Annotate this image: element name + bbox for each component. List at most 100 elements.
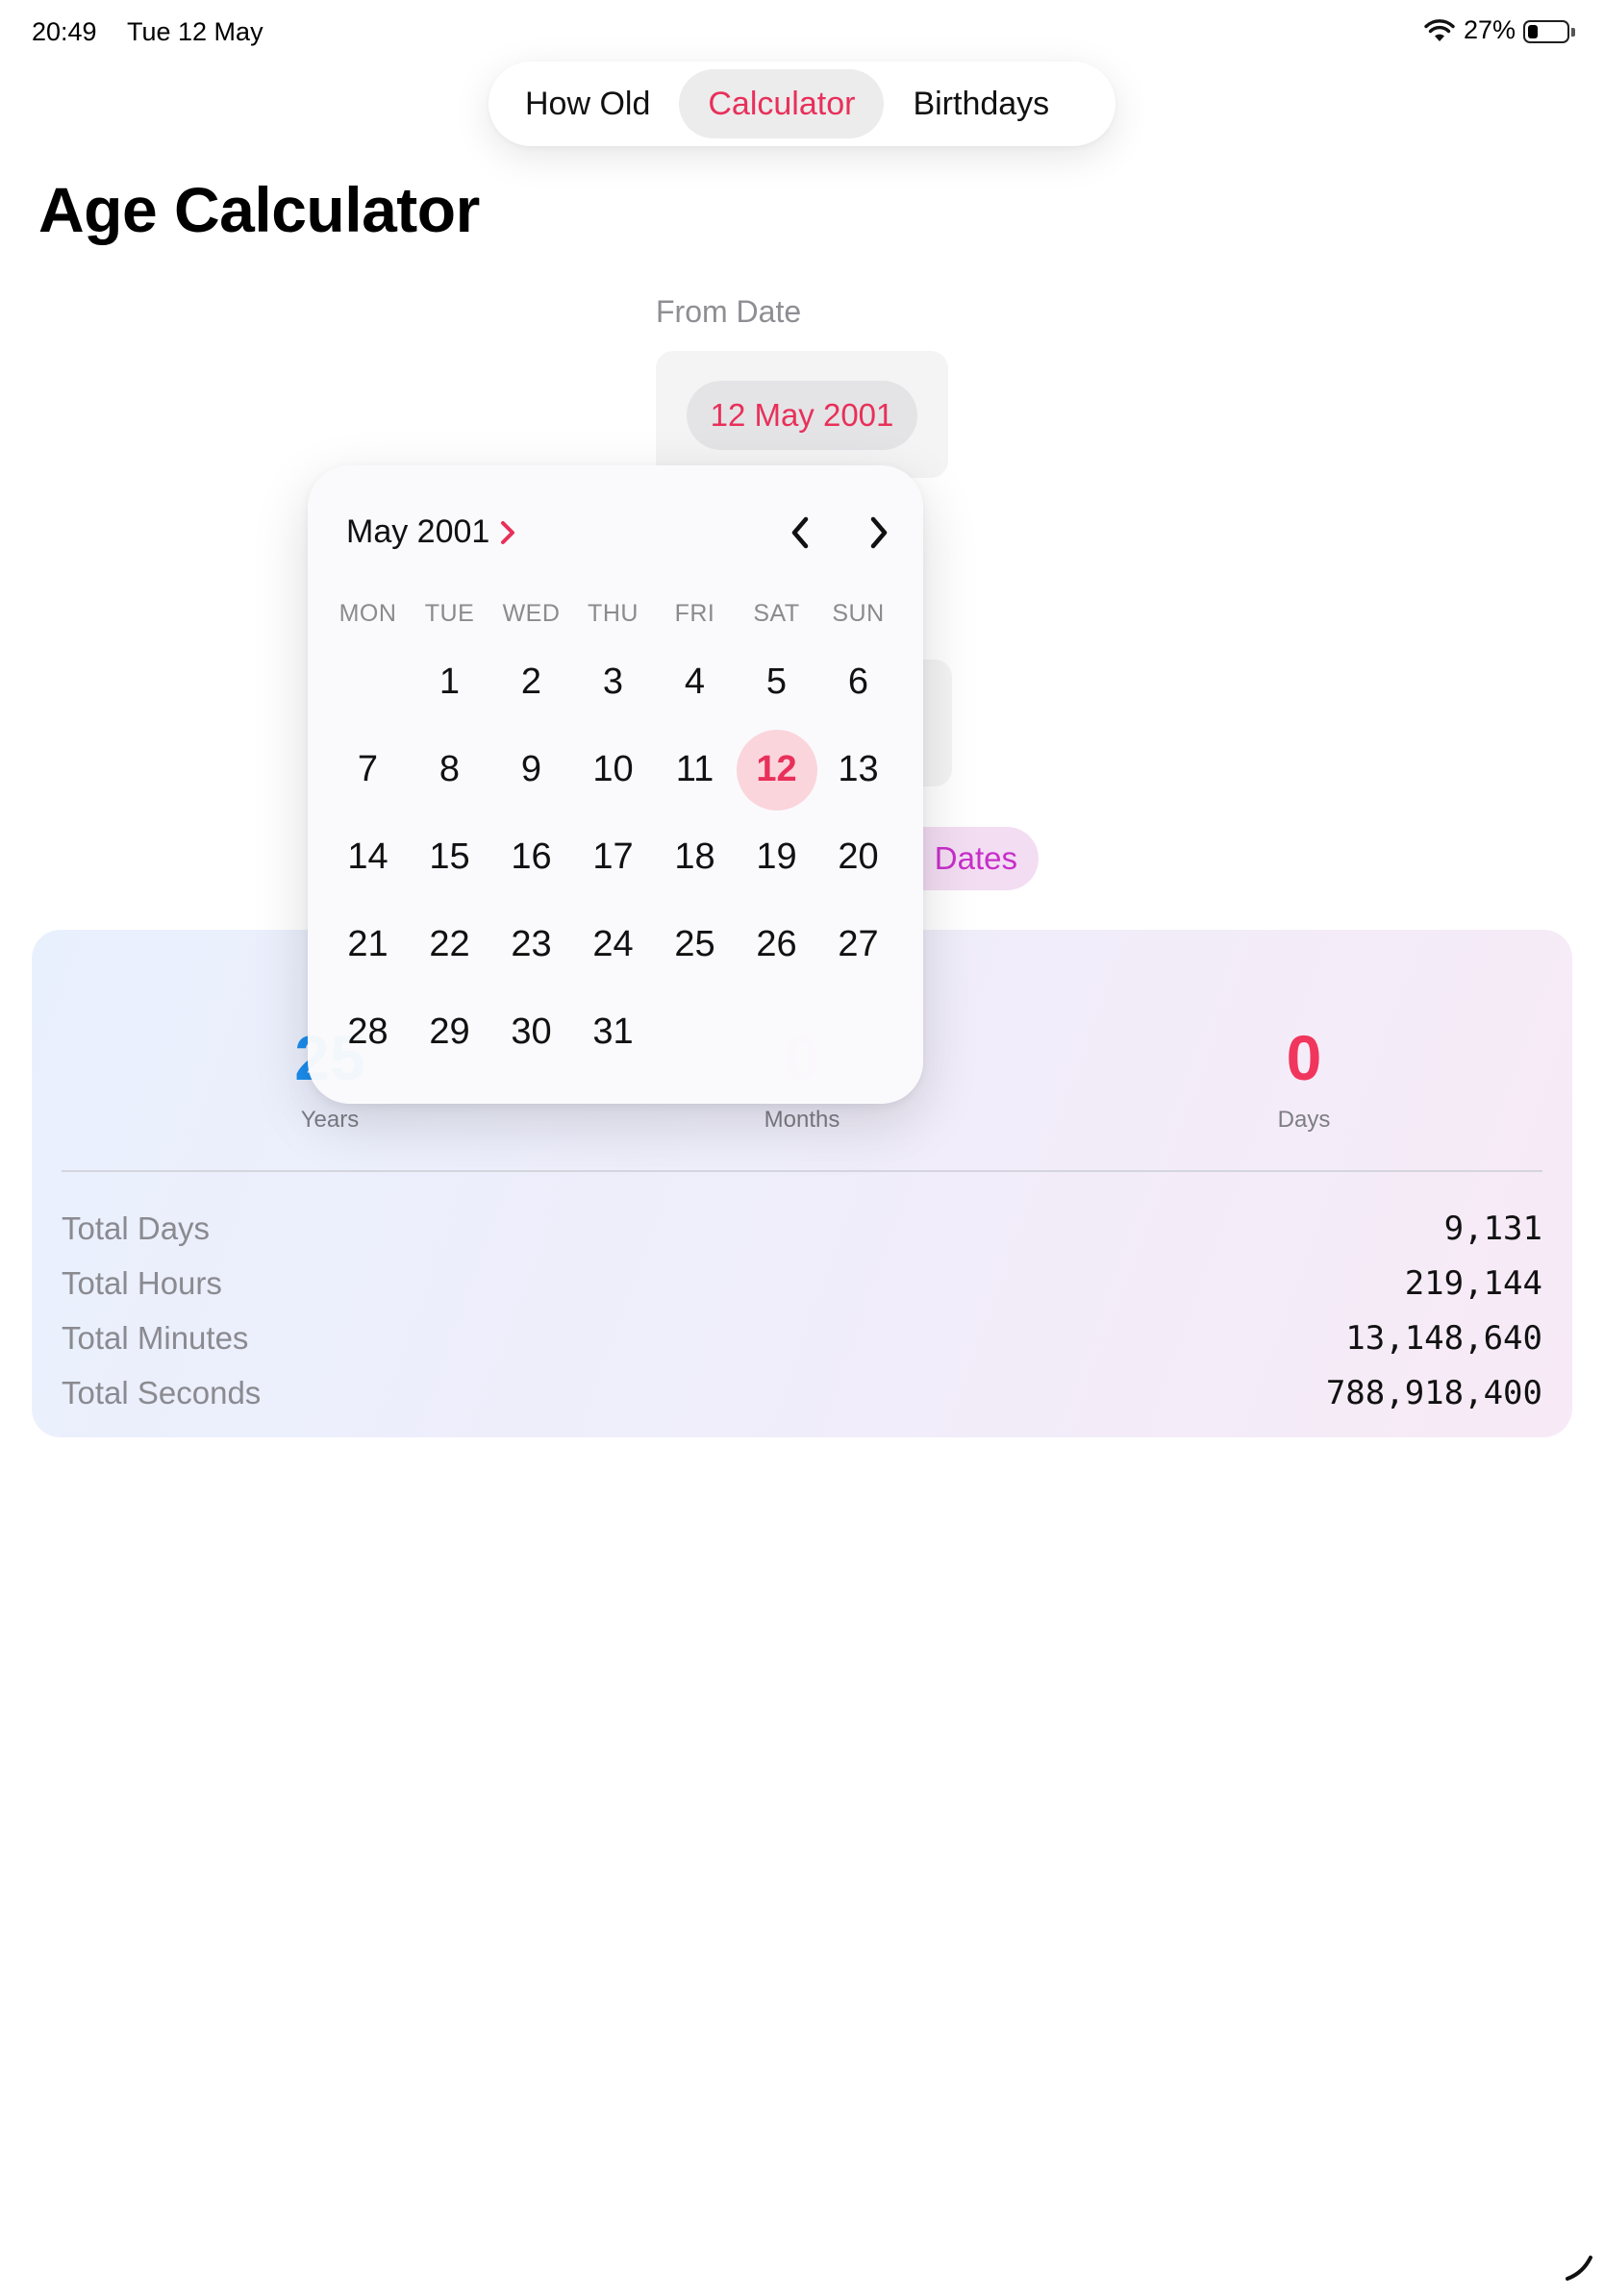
calendar-day-number: 11	[675, 749, 714, 789]
chevron-left-icon	[791, 516, 809, 549]
calendar-day[interactable]: 1	[409, 638, 490, 726]
calendar-day[interactable]: 16	[490, 813, 572, 901]
total-label: Total Days	[62, 1210, 211, 1246]
calendar-day-number: 25	[674, 924, 715, 964]
calendar-day[interactable]: 15	[409, 813, 490, 901]
tab-birthdays[interactable]: Birthdays	[884, 69, 1078, 138]
calendar-day-number: 13	[838, 749, 879, 789]
days-label: Days	[1277, 1107, 1331, 1133]
battery-icon	[1523, 18, 1575, 43]
from-date-label: From Date	[656, 294, 802, 329]
total-row-days: Total Days 9,131	[62, 1201, 1542, 1256]
calendar-day-number: 12	[736, 729, 817, 811]
calendar-day-number: 19	[756, 836, 797, 877]
calendar-day-number: 9	[520, 749, 542, 789]
date-picker-popover: May 2001 MON TUE WED THU FRI SAT SUN 123…	[308, 465, 923, 1104]
weekday-label: MON	[338, 600, 397, 627]
calendar-day[interactable]: 5	[736, 638, 817, 726]
tab-how-old[interactable]: How Old	[496, 69, 679, 138]
weekday-header: MON TUE WED THU FRI SAT SUN	[327, 600, 904, 628]
next-month-button[interactable]	[850, 504, 908, 562]
calendar-day[interactable]: 13	[817, 726, 899, 813]
status-right: 27%	[1423, 15, 1575, 45]
months-label: Months	[764, 1107, 840, 1133]
calendar-day[interactable]: 23	[490, 901, 572, 988]
calendar-day-number: 24	[592, 924, 634, 964]
total-row-minutes: Total Minutes 13,148,640	[62, 1310, 1542, 1365]
weekday-label: FRI	[674, 600, 715, 627]
page-title: Age Calculator	[38, 174, 480, 245]
calendar-day-number: 16	[511, 836, 552, 877]
wifi-icon	[1424, 18, 1455, 41]
weekday-label: SUN	[832, 600, 885, 627]
calendar-day[interactable]: 19	[736, 813, 817, 901]
calendar-day[interactable]: 26	[736, 901, 817, 988]
calendar-day-number: 29	[429, 1011, 470, 1052]
calendar-day[interactable]: 10	[572, 726, 654, 813]
total-row-seconds: Total Seconds 788,918,400	[62, 1365, 1542, 1420]
calendar-days-grid: 1 2 3 4 5 6 7 8 9 10 11 12 13 14 15 16 17 18 19 20 21 22 23 24 2…	[327, 638, 904, 1076]
total-value: 788,918,400	[1325, 1373, 1542, 1412]
calendar-day[interactable]: 17	[572, 813, 654, 901]
total-label: Total Hours	[62, 1264, 222, 1301]
weekday-label: THU	[588, 600, 639, 627]
total-value: 13,148,640	[1345, 1318, 1542, 1358]
calendar-day[interactable]: 4	[654, 638, 736, 726]
total-value: 219,144	[1404, 1263, 1542, 1303]
calendar-day-number: 21	[347, 924, 388, 964]
from-date-picker[interactable]: 12 May 2001	[687, 381, 917, 450]
status-bar: 20:49 Tue 12 May 27%	[0, 12, 1604, 50]
total-value: 9,131	[1443, 1209, 1542, 1248]
status-time: 20:49	[32, 17, 97, 46]
calendar-day-number: 18	[674, 836, 715, 877]
calendar-day[interactable]: 22	[409, 901, 490, 988]
calendar-day[interactable]: 21	[327, 901, 409, 988]
calendar-day-number: 26	[756, 924, 797, 964]
days-value: 0	[1286, 1022, 1322, 1093]
chevron-right-icon	[870, 516, 888, 549]
calendar-day-number: 30	[511, 1011, 552, 1052]
mode-segmented-control: How Old Calculator Birthdays	[489, 62, 1115, 146]
tab-calculator[interactable]: Calculator	[679, 69, 885, 138]
weekday-label: TUE	[424, 600, 475, 627]
calendar-day[interactable]: 14	[327, 813, 409, 901]
calendar-day-number: 28	[347, 1011, 388, 1052]
calendar-day[interactable]: 31	[572, 988, 654, 1076]
calendar-day-selected[interactable]: 12	[736, 726, 817, 813]
calendar-day-number: 6	[847, 661, 869, 702]
month-year-label: May 2001	[346, 513, 490, 550]
calendar-day-number: 3	[602, 661, 624, 702]
calendar-day-number: 20	[838, 836, 879, 877]
calendar-day[interactable]: 8	[409, 726, 490, 813]
previous-month-button[interactable]	[771, 504, 829, 562]
calendar-day[interactable]: 6	[817, 638, 899, 726]
calendar-day-number: 1	[439, 661, 461, 702]
calendar-day-number: 2	[520, 661, 542, 702]
weekday-label: SAT	[753, 600, 800, 627]
calendar-day[interactable]: 24	[572, 901, 654, 988]
calendar-day-number: 10	[592, 749, 634, 789]
calendar-day[interactable]: 7	[327, 726, 409, 813]
calendar-day[interactable]: 3	[572, 638, 654, 726]
calendar-day[interactable]: 2	[490, 638, 572, 726]
calendar-day-number: 4	[684, 661, 706, 702]
calendar-day[interactable]: 18	[654, 813, 736, 901]
calendar-day[interactable]: 30	[490, 988, 572, 1076]
calendar-day[interactable]: 11	[654, 726, 736, 813]
calendar-day-number: 15	[429, 836, 470, 877]
calendar-day-number: 23	[511, 924, 552, 964]
status-date: Tue 12 May	[127, 17, 263, 46]
calendar-day[interactable]: 29	[409, 988, 490, 1076]
month-year-button[interactable]: May 2001	[346, 513, 516, 551]
calendar-day-number: 14	[347, 836, 388, 877]
chevron-right-icon	[501, 520, 515, 544]
calendar-day[interactable]: 20	[817, 813, 899, 901]
calendar-day[interactable]: 27	[817, 901, 899, 988]
total-label: Total Seconds	[62, 1374, 262, 1410]
calendar-day[interactable]: 25	[654, 901, 736, 988]
calendar-day[interactable]: 28	[327, 988, 409, 1076]
weekday-label: WED	[502, 600, 561, 627]
calendar-day-number: 8	[439, 749, 461, 789]
calendar-day-number: 31	[592, 1011, 634, 1052]
calendar-day[interactable]: 9	[490, 726, 572, 813]
